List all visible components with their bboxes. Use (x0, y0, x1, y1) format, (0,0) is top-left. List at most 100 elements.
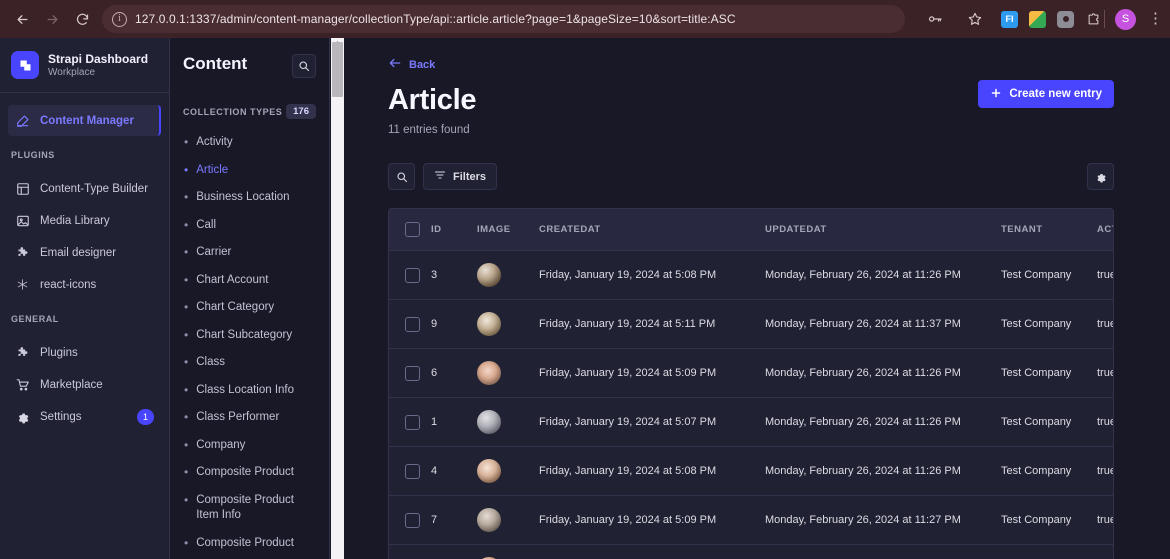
column-header-image[interactable]: IMAGE (477, 209, 539, 251)
shopping-cart-icon (15, 377, 30, 392)
content-panel-title: Content (183, 54, 247, 74)
browser-forward-button[interactable] (38, 5, 66, 33)
site-info-icon[interactable]: i (112, 12, 127, 27)
table-row[interactable]: 9Friday, January 19, 2024 at 5:11 PMMond… (389, 300, 1114, 349)
column-header-tenant[interactable]: TENANT (1001, 209, 1097, 251)
sidebar-section-plugins: PLUGINS (0, 136, 169, 166)
avatar-thumbnail (477, 361, 501, 385)
sidebar-item-content-manager[interactable]: Content Manager (8, 105, 161, 136)
row-select-cell (389, 545, 431, 559)
row-checkbox[interactable] (405, 513, 420, 528)
plus-icon (990, 87, 1002, 102)
filters-button[interactable]: Filters (423, 163, 497, 190)
collection-type-label: Composite Product Item Info (196, 493, 319, 524)
row-checkbox[interactable] (405, 366, 420, 381)
bookmark-star-icon[interactable] (961, 5, 989, 33)
back-link[interactable]: Back (388, 56, 1114, 73)
table-settings-button[interactable] (1087, 163, 1114, 190)
address-bar[interactable]: i 127.0.0.1:1337/admin/content-manager/c… (102, 5, 905, 33)
collection-type-item[interactable]: •Class Location Info (180, 377, 323, 405)
passwords-key-icon[interactable] (921, 5, 949, 33)
sidebar-item-plugins[interactable]: Plugins (8, 337, 161, 368)
cell-active: true (1097, 398, 1114, 447)
collection-type-item[interactable]: •Business Location (180, 184, 323, 212)
row-select-cell (389, 496, 431, 545)
collection-type-item[interactable]: •Company (180, 432, 323, 460)
cell-image (477, 349, 539, 398)
row-checkbox[interactable] (405, 268, 420, 283)
create-new-entry-button[interactable]: Create new entry (978, 80, 1114, 108)
column-header-createdat[interactable]: CREATEDAT (539, 209, 765, 251)
table-row[interactable]: 6Friday, January 19, 2024 at 5:09 PMMond… (389, 349, 1114, 398)
collection-type-item[interactable]: •Class Performer (180, 404, 323, 432)
collection-type-item[interactable]: •Call (180, 212, 323, 240)
collection-type-item[interactable]: •Composite Product (180, 530, 323, 558)
cell-id: 3 (431, 251, 477, 300)
table-row[interactable]: 4Friday, January 19, 2024 at 5:08 PMMond… (389, 447, 1114, 496)
sheets-extension-icon[interactable] (1029, 11, 1046, 28)
fi-extension-icon[interactable]: FI (1001, 11, 1018, 28)
brand-header[interactable]: Strapi Dashboard Workplace (0, 38, 169, 93)
table-row[interactable]: 2Friday, January 19, 2024 at 5:08 PMMond… (389, 545, 1114, 559)
row-checkbox[interactable] (405, 317, 420, 332)
sidebar-item-media-library[interactable]: Media Library (8, 205, 161, 236)
table-row[interactable]: 1Friday, January 19, 2024 at 5:07 PMMond… (389, 398, 1114, 447)
row-checkbox[interactable] (405, 415, 420, 430)
puzzle-extensions-icon[interactable] (1085, 11, 1102, 28)
collection-type-item[interactable]: •Chart Account (180, 267, 323, 295)
avatar-thumbnail (477, 410, 501, 434)
asterisk-icon (15, 277, 30, 292)
sidebar-item-content-type-builder[interactable]: Content-Type Builder (8, 173, 161, 204)
bullet-icon: • (184, 163, 188, 177)
sidebar-item-settings[interactable]: Settings 1 (8, 401, 161, 432)
browser-back-button[interactable] (8, 5, 36, 33)
column-header-updatedat[interactable]: UPDATEDAT (765, 209, 1001, 251)
collection-type-item[interactable]: •Composite Product (180, 459, 323, 487)
search-button[interactable] (388, 163, 415, 190)
content-search-button[interactable] (292, 54, 316, 78)
cell-tenant: Test Company (1001, 349, 1097, 398)
collection-type-label: Composite Product (196, 465, 294, 481)
settings-badge: 1 (137, 409, 154, 425)
collection-type-item[interactable]: •Chart Category (180, 294, 323, 322)
collection-type-label: Chart Subcategory (196, 328, 292, 344)
cell-id: 6 (431, 349, 477, 398)
sidebar-item-label: Content-Type Builder (40, 183, 148, 195)
cell-updatedat: Monday, February 26, 2024 at 11:37 PM (765, 300, 1001, 349)
browser-reload-button[interactable] (68, 5, 96, 33)
collection-type-label: Class Performer (196, 410, 279, 426)
sidebar-section-label: PLUGINS (11, 150, 55, 160)
sidebar-item-marketplace[interactable]: Marketplace (8, 369, 161, 400)
sidebar-item-react-icons[interactable]: react-icons (8, 269, 161, 300)
collection-type-item[interactable]: •Article (180, 157, 323, 185)
collection-type-item[interactable]: •Chart Subcategory (180, 322, 323, 350)
kebab-menu-icon[interactable]: ⋮ (1148, 15, 1162, 23)
collection-type-item[interactable]: •Composite Product Item Info (180, 487, 323, 530)
table-row[interactable]: 7Friday, January 19, 2024 at 5:09 PMMond… (389, 496, 1114, 545)
address-bar-url: 127.0.0.1:1337/admin/content-manager/col… (135, 12, 736, 26)
gear-icon (15, 409, 30, 424)
browser-extensions: FI (991, 11, 1102, 28)
page-scrollbar-thumb[interactable] (332, 42, 343, 97)
column-header-active[interactable]: ACTIVE (1097, 209, 1114, 251)
page-scrollbar[interactable]: ▲ (331, 38, 344, 559)
bullet-icon: • (184, 218, 188, 232)
cell-tenant: Test Company (1001, 545, 1097, 559)
table-row[interactable]: 3Friday, January 19, 2024 at 5:08 PMMond… (389, 251, 1114, 300)
cell-active: true (1097, 251, 1114, 300)
collection-types-list: •Activity•Article•Business Location•Call… (170, 119, 329, 559)
strapi-logo-icon (11, 51, 39, 79)
cell-createdat: Friday, January 19, 2024 at 5:07 PM (539, 398, 765, 447)
sidebar-item-email-designer[interactable]: Email designer (8, 237, 161, 268)
screenshot-extension-icon[interactable] (1057, 11, 1074, 28)
row-checkbox[interactable] (405, 464, 420, 479)
collection-type-item[interactable]: •Class (180, 349, 323, 377)
table-header-row: ID IMAGE CREATEDAT UPDATEDAT TENANT ACTI… (389, 209, 1114, 251)
profile-avatar[interactable]: S (1115, 9, 1136, 30)
select-all-checkbox[interactable] (405, 222, 420, 237)
cell-tenant: Test Company (1001, 496, 1097, 545)
collection-type-item[interactable]: •Activity (180, 129, 323, 157)
column-header-id[interactable]: ID (431, 209, 477, 251)
cell-id: 2 (431, 545, 477, 559)
collection-type-item[interactable]: •Carrier (180, 239, 323, 267)
